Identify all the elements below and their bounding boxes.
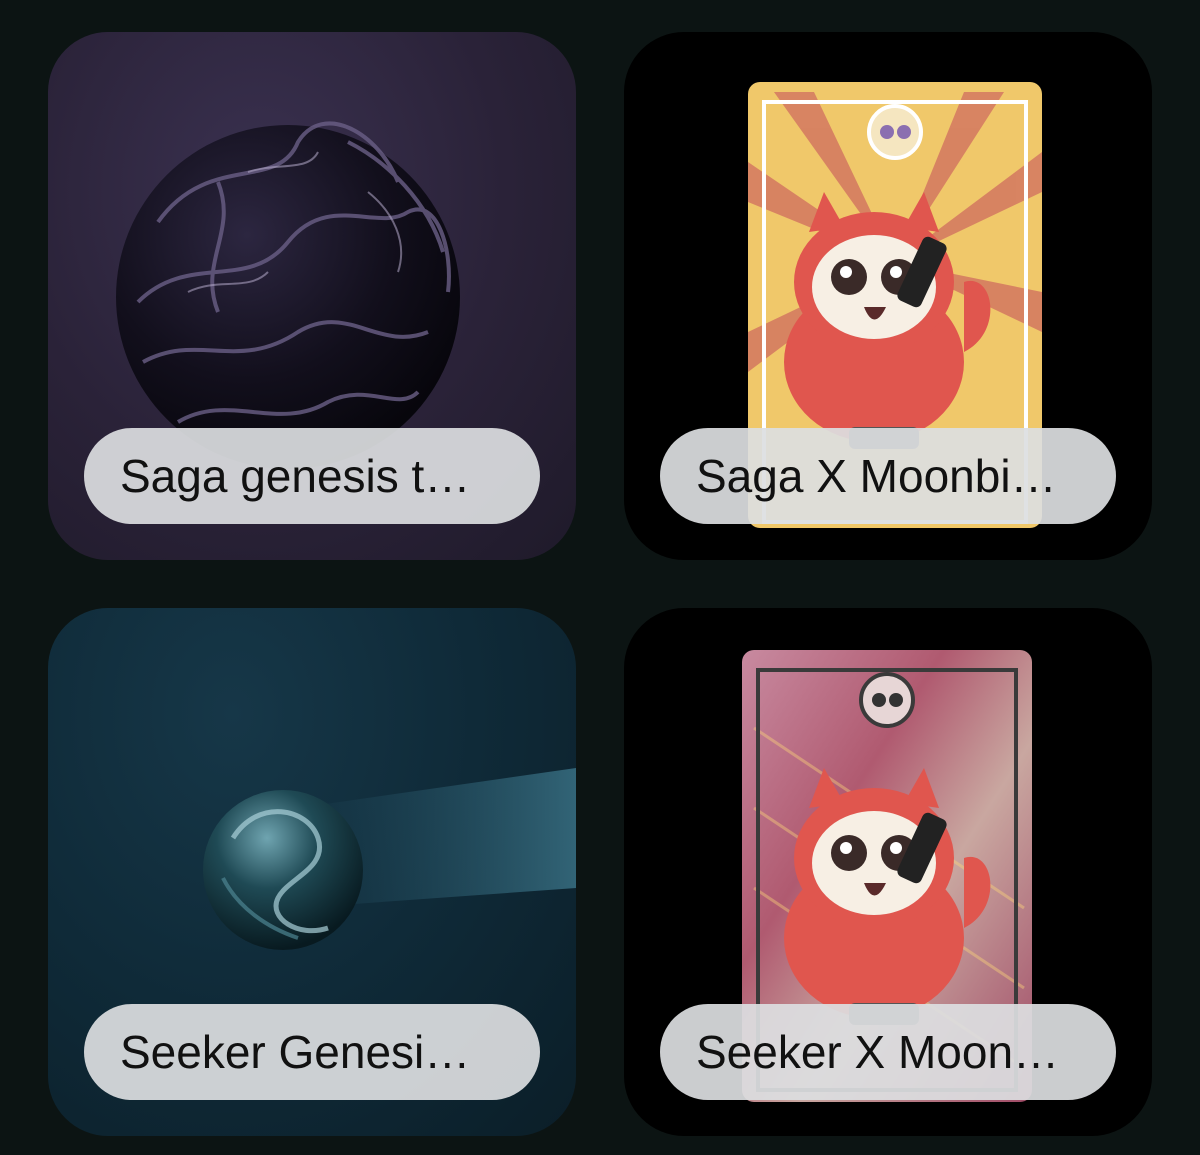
item-title: Seeker Genesi… xyxy=(120,1026,471,1078)
nft-grid: Saga genesis t… Saga X Moonbi… Seeker Ge… xyxy=(0,0,1200,1155)
item-title: Saga genesis t… xyxy=(120,450,471,502)
collectible-card-saga-moonbirds[interactable]: Saga X Moonbi… xyxy=(624,32,1152,560)
item-title-pill: Saga genesis t… xyxy=(84,428,540,524)
collectible-card-seeker-genesis[interactable]: Seeker Genesi… xyxy=(48,608,576,1136)
collectible-card-seeker-moonbirds[interactable]: Seeker X Moon… xyxy=(624,608,1152,1136)
collectible-card-saga-genesis[interactable]: Saga genesis t… xyxy=(48,32,576,560)
item-title: Seeker X Moon… xyxy=(696,1026,1060,1078)
item-title-pill: Seeker X Moon… xyxy=(660,1004,1116,1100)
item-title-pill: Seeker Genesi… xyxy=(84,1004,540,1100)
item-title-pill: Saga X Moonbi… xyxy=(660,428,1116,524)
item-title: Saga X Moonbi… xyxy=(696,450,1057,502)
